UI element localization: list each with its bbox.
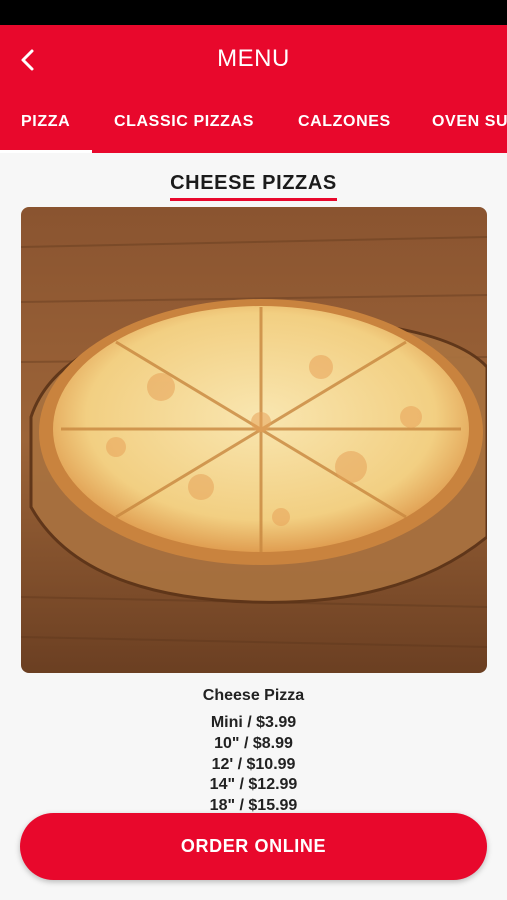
- status-bar: [0, 0, 507, 25]
- tab-pizza[interactable]: PIZZA: [0, 108, 93, 153]
- section-heading: CHEESE PIZZAS: [0, 172, 507, 201]
- price-14in: 14" / $12.99: [209, 776, 298, 794]
- cheese-pizza-image: [21, 207, 487, 673]
- pizza-illustration: [21, 207, 487, 673]
- app-header: MENU PIZZA CLASSIC PIZZAS CALZONES OVEN …: [0, 25, 507, 153]
- price-mini: Mini / $3.99: [210, 714, 297, 731]
- item-name: Cheese Pizza: [202, 687, 305, 704]
- category-tabs: PIZZA CLASSIC PIZZAS CALZONES OVEN SU: [0, 108, 507, 153]
- price-10in: 10" / $8.99: [214, 734, 293, 752]
- price-12in: 12' / $10.99: [211, 755, 296, 773]
- tab-classic-pizzas[interactable]: CLASSIC PIZZAS: [114, 108, 254, 153]
- tab-oven-subs[interactable]: OVEN SU: [432, 108, 507, 153]
- section-title: CHEESE PIZZAS: [170, 172, 337, 201]
- tab-calzones[interactable]: CALZONES: [298, 108, 391, 153]
- order-online-button[interactable]: ORDER ONLINE: [20, 813, 487, 880]
- price-list: Mini / $3.99 10" / $8.99 12' / $10.99 14…: [0, 713, 507, 817]
- page-title: MENU: [217, 45, 290, 72]
